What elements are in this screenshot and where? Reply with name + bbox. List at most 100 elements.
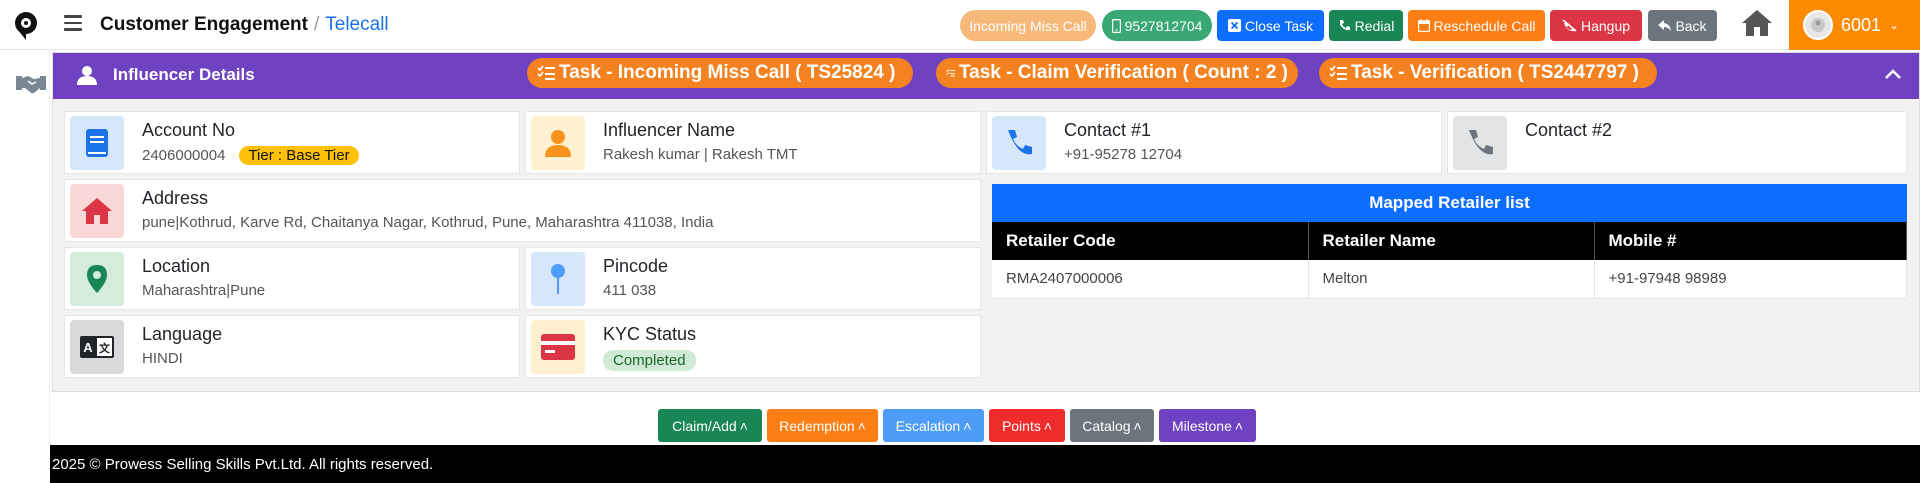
- user-id: 6001: [1841, 14, 1882, 35]
- claim-add-label: Claim/Add: [672, 417, 737, 434]
- influencer-card: Influencer Details Task - Incoming Miss …: [52, 52, 1920, 392]
- table-caption: Mapped Retailer list: [992, 184, 1907, 222]
- mobile-phone-icon: [1111, 18, 1121, 33]
- redial-icon: [1339, 20, 1350, 31]
- catalog-button[interactable]: Catalog ˄: [1070, 409, 1154, 442]
- escalation-label: Escalation: [895, 417, 961, 434]
- milestone-button[interactable]: Milestone ˄: [1159, 409, 1256, 442]
- address-tile: Address pune|Kothrud, Karve Rd, Chaitany…: [64, 179, 981, 242]
- kyc-status-badge: Completed: [603, 350, 696, 371]
- hangup-button[interactable]: Hangup: [1550, 10, 1642, 41]
- chevron-up-icon: ˄: [963, 417, 972, 434]
- hangup-label: Hangup: [1580, 17, 1631, 34]
- reschedule-call-label: Reschedule Call: [1433, 17, 1536, 34]
- incoming-miss-call-button[interactable]: Incoming Miss Call: [960, 10, 1096, 41]
- back-label: Back: [1675, 17, 1707, 34]
- account-value-row: 2406000004 Tier : Base Tier: [142, 146, 359, 165]
- home-icon[interactable]: [1740, 8, 1774, 38]
- pincode-value: 411 038: [603, 282, 657, 299]
- pincode-tile: Pincode 411 038: [525, 247, 981, 310]
- redemption-label: Redemption: [779, 417, 855, 434]
- phone-icon[interactable]: [1453, 116, 1507, 170]
- retailer-table: Retailer Code Retailer Name Mobile # RMA…: [992, 222, 1907, 299]
- chevron-down-icon: ⌄: [1889, 18, 1900, 32]
- card-title: Influencer Details: [113, 65, 255, 84]
- breadcrumb: Customer Engagement / Telecall: [100, 14, 389, 36]
- task-pill-label: Task - Claim Verification ( Count : 2 ): [958, 62, 1288, 83]
- task-pill-claim-verification[interactable]: Task - Claim Verification ( Count : 2 ): [936, 58, 1298, 88]
- left-rail: [0, 50, 50, 445]
- breadcrumb-main: Customer Engagement: [100, 14, 308, 35]
- language-icon: A文: [70, 320, 124, 374]
- retailer-name-cell: Melton: [1308, 260, 1595, 299]
- home-icon: [70, 184, 124, 238]
- pincode-label: Pincode: [603, 256, 669, 276]
- escalation-button[interactable]: Escalation ˄: [883, 409, 984, 442]
- table-row[interactable]: RMA2407000006 Melton +91-97948 98989: [992, 260, 1907, 299]
- tasks-icon: [946, 69, 955, 77]
- location-tile: Location Maharashtra|Pune: [64, 247, 520, 310]
- account-label: Account No: [142, 120, 236, 140]
- claim-add-button[interactable]: Claim/Add ˄: [658, 409, 762, 442]
- close-task-button[interactable]: Close Task: [1217, 10, 1324, 41]
- milestone-label: Milestone: [1171, 417, 1232, 434]
- language-tile: A文 Language HINDI: [64, 315, 520, 378]
- person-icon: [77, 66, 97, 85]
- contact2-tile: Contact #2: [1447, 111, 1907, 174]
- redemption-button[interactable]: Redemption ˄: [767, 409, 878, 442]
- credit-card-icon: [531, 320, 585, 374]
- language-value: HINDI: [142, 350, 183, 367]
- chevron-up-icon: ˄: [1133, 417, 1142, 434]
- logo-pin-icon[interactable]: [12, 11, 40, 41]
- chevron-up-icon: ˄: [739, 417, 748, 434]
- redial-button[interactable]: Redial: [1329, 10, 1403, 41]
- kyc-label: KYC Status: [603, 324, 697, 344]
- chevron-up-icon: ˄: [1234, 417, 1244, 434]
- breadcrumb-separator: /: [313, 14, 320, 35]
- footer: 2025 © Prowess Selling Skills Pvt.Ltd. A…: [50, 445, 1920, 483]
- incoming-miss-call-label: Incoming Miss Call: [969, 17, 1087, 34]
- calendar-icon: [1417, 19, 1430, 32]
- account-tile: Account No 2406000004 Tier : Base Tier: [64, 111, 520, 174]
- mapped-retailer-table: Mapped Retailer list Retailer Code Retai…: [992, 184, 1907, 299]
- catalog-label: Catalog: [1082, 417, 1131, 434]
- svg-text:A: A: [83, 340, 93, 355]
- handshake-icon[interactable]: [14, 72, 48, 96]
- account-number: 2406000004: [142, 147, 226, 164]
- points-button[interactable]: Points ˄: [989, 409, 1065, 442]
- tasks-icon: [1329, 65, 1347, 80]
- influencer-label: Influencer Name: [603, 120, 736, 140]
- reschedule-call-button[interactable]: Reschedule Call: [1408, 10, 1545, 41]
- task-pill-verification[interactable]: Task - Verification ( TS2447797 ): [1319, 58, 1657, 88]
- book-icon: [70, 116, 124, 170]
- breadcrumb-telecall-link[interactable]: Telecall: [325, 14, 388, 35]
- user-menu[interactable]: 6001 ⌄: [1789, 0, 1920, 50]
- col-retailer-code: Retailer Code: [992, 222, 1309, 260]
- chevron-up-icon[interactable]: [1883, 65, 1903, 85]
- close-task-label: Close Task: [1244, 17, 1314, 34]
- influencer-tile: Influencer Name Rakesh kumar | Rakesh TM…: [525, 111, 981, 174]
- kyc-value-row: Completed: [603, 350, 696, 371]
- retailer-code-cell: RMA2407000006: [992, 260, 1309, 299]
- contact1-value[interactable]: +91-95278 12704: [1064, 146, 1182, 163]
- map-marker-icon: [70, 252, 124, 306]
- avatar-icon: [1803, 10, 1833, 40]
- top-bar: Customer Engagement / Telecall Incoming Mi…: [0, 0, 1920, 50]
- footer-text: 2025 © Prowess Selling Skills Pvt.Ltd. A…: [52, 455, 434, 473]
- points-label: Points: [1001, 417, 1041, 434]
- tasks-icon: [537, 65, 555, 80]
- task-pill-label: Task - Verification ( TS2447797 ): [1351, 62, 1639, 83]
- task-pill-incoming-miss-call[interactable]: Task - Incoming Miss Call ( TS25824 ): [527, 58, 913, 88]
- kyc-tile: KYC Status Completed: [525, 315, 981, 378]
- task-pill-label: Task - Incoming Miss Call ( TS25824 ): [559, 62, 896, 83]
- svg-text:文: 文: [99, 341, 111, 355]
- back-button[interactable]: Back: [1648, 10, 1717, 41]
- back-icon: [1658, 20, 1672, 31]
- pin-icon: [531, 252, 585, 306]
- hamburger-icon[interactable]: [64, 15, 82, 31]
- phone-icon[interactable]: [992, 116, 1046, 170]
- chevron-up-icon: ˄: [857, 417, 866, 434]
- location-label: Location: [142, 256, 211, 276]
- phone-number-button[interactable]: 9527812704: [1102, 10, 1212, 41]
- table-header-row: Retailer Code Retailer Name Mobile #: [992, 222, 1907, 260]
